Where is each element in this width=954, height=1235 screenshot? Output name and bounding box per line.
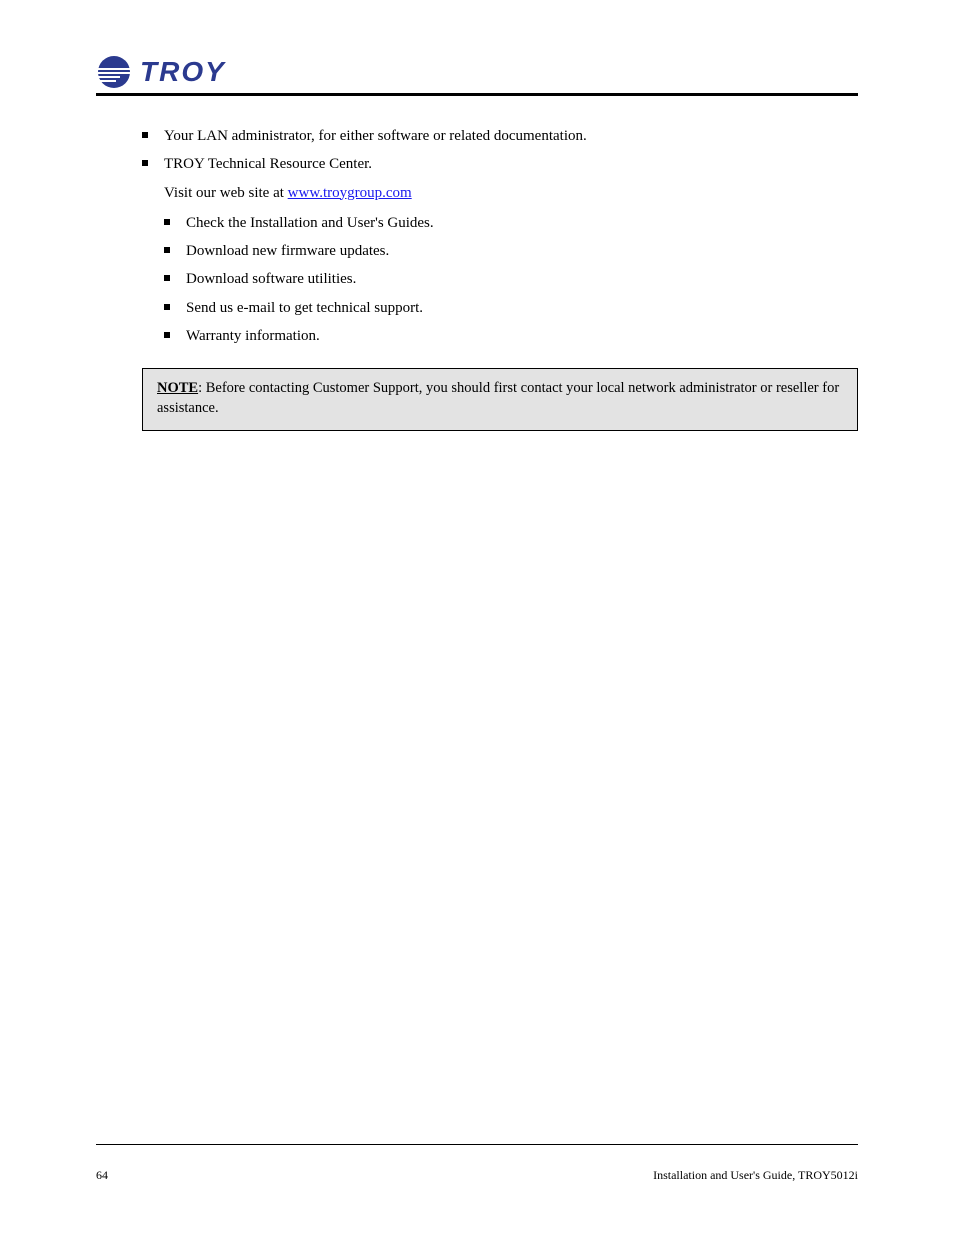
list-item-text: Download new firmware updates. [186,243,389,259]
website-link[interactable]: www.troygroup.com [288,185,412,201]
list-item: TROY Technical Resource Center. Visit ou… [142,154,858,346]
document-body: Your LAN administrator, for either softw… [96,126,858,431]
header-divider [96,93,858,96]
page-footer: 64 Installation and User's Guide, TROY50… [96,1168,858,1183]
note-box: NOTE: Before contacting Customer Support… [142,368,858,431]
list-item-text: Your LAN administrator, for either softw… [164,128,587,144]
footer-divider [96,1144,858,1145]
brand-logo-text: TROY [140,56,226,88]
note-text: Before contacting Customer Support, you … [157,380,839,416]
brand-logo: TROY [96,55,858,89]
list-item: Send us e-mail to get technical support. [164,298,858,318]
list-item: Download software utilities. [164,269,858,289]
note-colon: : [198,380,206,396]
page: TROY Your LAN administrator, for either … [0,0,954,1235]
list-item-text: TROY Technical Resource Center. [164,156,372,172]
footer-title: Installation and User's Guide, TROY5012i [653,1168,858,1183]
list-item-text: Warranty information. [186,328,320,344]
list-item: Download new firmware updates. [164,241,858,261]
resource-list-1: Your LAN administrator, for either softw… [142,126,858,346]
resource-list-2: Check the Installation and User's Guides… [164,213,858,346]
list-item-text: Check the Installation and User's Guides… [186,215,434,231]
page-number: 64 [96,1168,108,1183]
troy-globe-icon [96,55,132,89]
list-item: Check the Installation and User's Guides… [164,213,858,233]
sublist-intro: Visit our web site at www.troygroup.com [164,183,858,203]
sublist-intro-text: Visit our web site at [164,185,284,201]
list-item-text: Send us e-mail to get technical support. [186,300,423,316]
list-item-text: Download software utilities. [186,271,356,287]
note-label: NOTE [157,380,198,396]
list-item: Your LAN administrator, for either softw… [142,126,858,146]
list-item: Warranty information. [164,326,858,346]
